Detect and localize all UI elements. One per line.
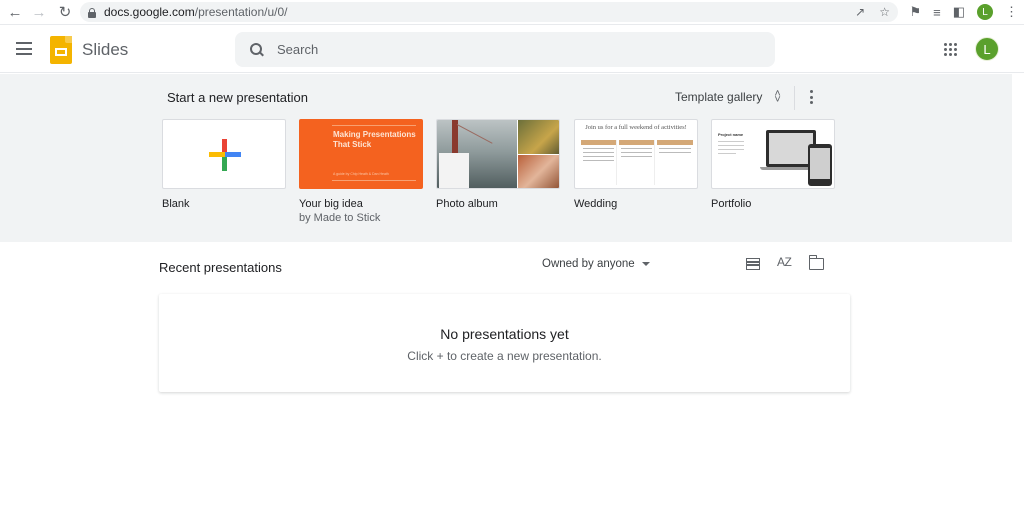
list-view-icon[interactable]: [746, 258, 760, 270]
google-apps-icon[interactable]: [944, 43, 957, 56]
slides-logo-icon[interactable]: [50, 36, 72, 64]
reload-button[interactable]: ↻: [54, 1, 76, 23]
divider: [794, 86, 795, 110]
more-options-icon[interactable]: [808, 90, 814, 104]
sort-az-icon[interactable]: AZ: [777, 255, 792, 269]
star-icon[interactable]: ☆: [879, 5, 890, 19]
template-label: Wedding: [574, 198, 618, 210]
thumbnail-title: Making Presentations That Stick: [333, 130, 416, 149]
empty-state-card: No presentations yet Click + to create a…: [159, 294, 850, 392]
template-label: Blank: [162, 198, 190, 210]
share-icon[interactable]: ↗: [855, 5, 865, 19]
app-header: Slides L: [0, 25, 1024, 73]
template-section-title: Start a new presentation: [167, 90, 308, 105]
template-wedding[interactable]: Join us for a full weekend of activities…: [574, 119, 698, 210]
empty-state-title: No presentations yet: [440, 326, 569, 342]
template-gallery-label: Template gallery: [675, 90, 763, 104]
template-thumbnail[interactable]: Join us for a full weekend of activities…: [574, 119, 698, 189]
address-bar[interactable]: docs.google.com/presentation/u/0/ ↗ ☆: [80, 2, 898, 22]
recent-presentations-title: Recent presentations: [159, 260, 282, 275]
account-avatar[interactable]: L: [975, 37, 999, 61]
extensions-icon[interactable]: ⚑: [909, 4, 921, 20]
template-author: by Made to Stick: [299, 212, 381, 224]
url-path: /presentation/u/0/: [194, 5, 288, 19]
plus-icon: [209, 139, 241, 171]
photo-flowers: [518, 120, 559, 154]
template-photo-album[interactable]: Photo album: [436, 119, 560, 210]
forward-arrow-icon: →: [31, 3, 47, 21]
template-thumbnail[interactable]: [162, 119, 286, 189]
search-box[interactable]: [235, 32, 775, 67]
template-thumbnail[interactable]: Making Presentations That Stick A guide …: [299, 119, 423, 189]
profile-avatar[interactable]: L: [977, 4, 993, 20]
template-gallery-button[interactable]: Template gallery ˄ ˅: [675, 88, 781, 106]
app-name[interactable]: Slides: [82, 40, 128, 60]
search-icon[interactable]: [250, 42, 264, 57]
empty-state-subtitle: Click + to create a new presentation.: [407, 349, 602, 363]
back-button[interactable]: ←: [4, 1, 26, 23]
template-thumbnail[interactable]: Project name: [711, 119, 835, 189]
back-arrow-icon: ←: [7, 3, 23, 21]
template-section: Start a new presentation Template galler…: [0, 74, 1012, 242]
thumbnail-title: Join us for a full weekend of activities…: [585, 124, 687, 131]
open-file-picker-icon[interactable]: [808, 255, 824, 270]
media-icon[interactable]: ≡: [933, 5, 941, 20]
dropdown-arrow-icon: [641, 262, 650, 266]
main-menu-icon[interactable]: [16, 42, 32, 55]
template-label: Photo album: [436, 198, 498, 210]
photo-food: [518, 155, 559, 188]
thumbnail-title: Project name: [718, 132, 744, 137]
reload-icon: ↻: [58, 4, 72, 21]
side-panel-icon[interactable]: ◧: [953, 4, 965, 20]
browser-toolbar: ← → ↻ docs.google.com/presentation/u/0/ …: [0, 0, 1024, 25]
template-thumbnail[interactable]: [436, 119, 560, 189]
template-blank[interactable]: Blank: [162, 119, 286, 210]
phone-illustration: [808, 144, 832, 186]
template-portfolio[interactable]: Project name Portfolio: [711, 119, 835, 210]
template-your-big-idea[interactable]: Making Presentations That Stick A guide …: [299, 119, 423, 224]
template-label: Your big idea: [299, 198, 363, 210]
unfold-more-icon: ˄ ˅: [774, 88, 781, 106]
thumbnail-subtitle: A guide by Chip Heath & Dan Heath: [333, 172, 389, 176]
lock-icon: [88, 7, 96, 18]
owner-filter-dropdown[interactable]: Owned by anyone: [542, 258, 650, 270]
search-input[interactable]: [277, 42, 757, 57]
url-host: docs.google.com: [104, 5, 195, 19]
url-text: docs.google.com/presentation/u/0/: [104, 5, 287, 19]
forward-button[interactable]: →: [28, 1, 50, 23]
template-label: Portfolio: [711, 198, 752, 210]
owner-filter-label: Owned by anyone: [542, 258, 635, 270]
chrome-menu-icon[interactable]: ⋮: [1005, 4, 1018, 20]
